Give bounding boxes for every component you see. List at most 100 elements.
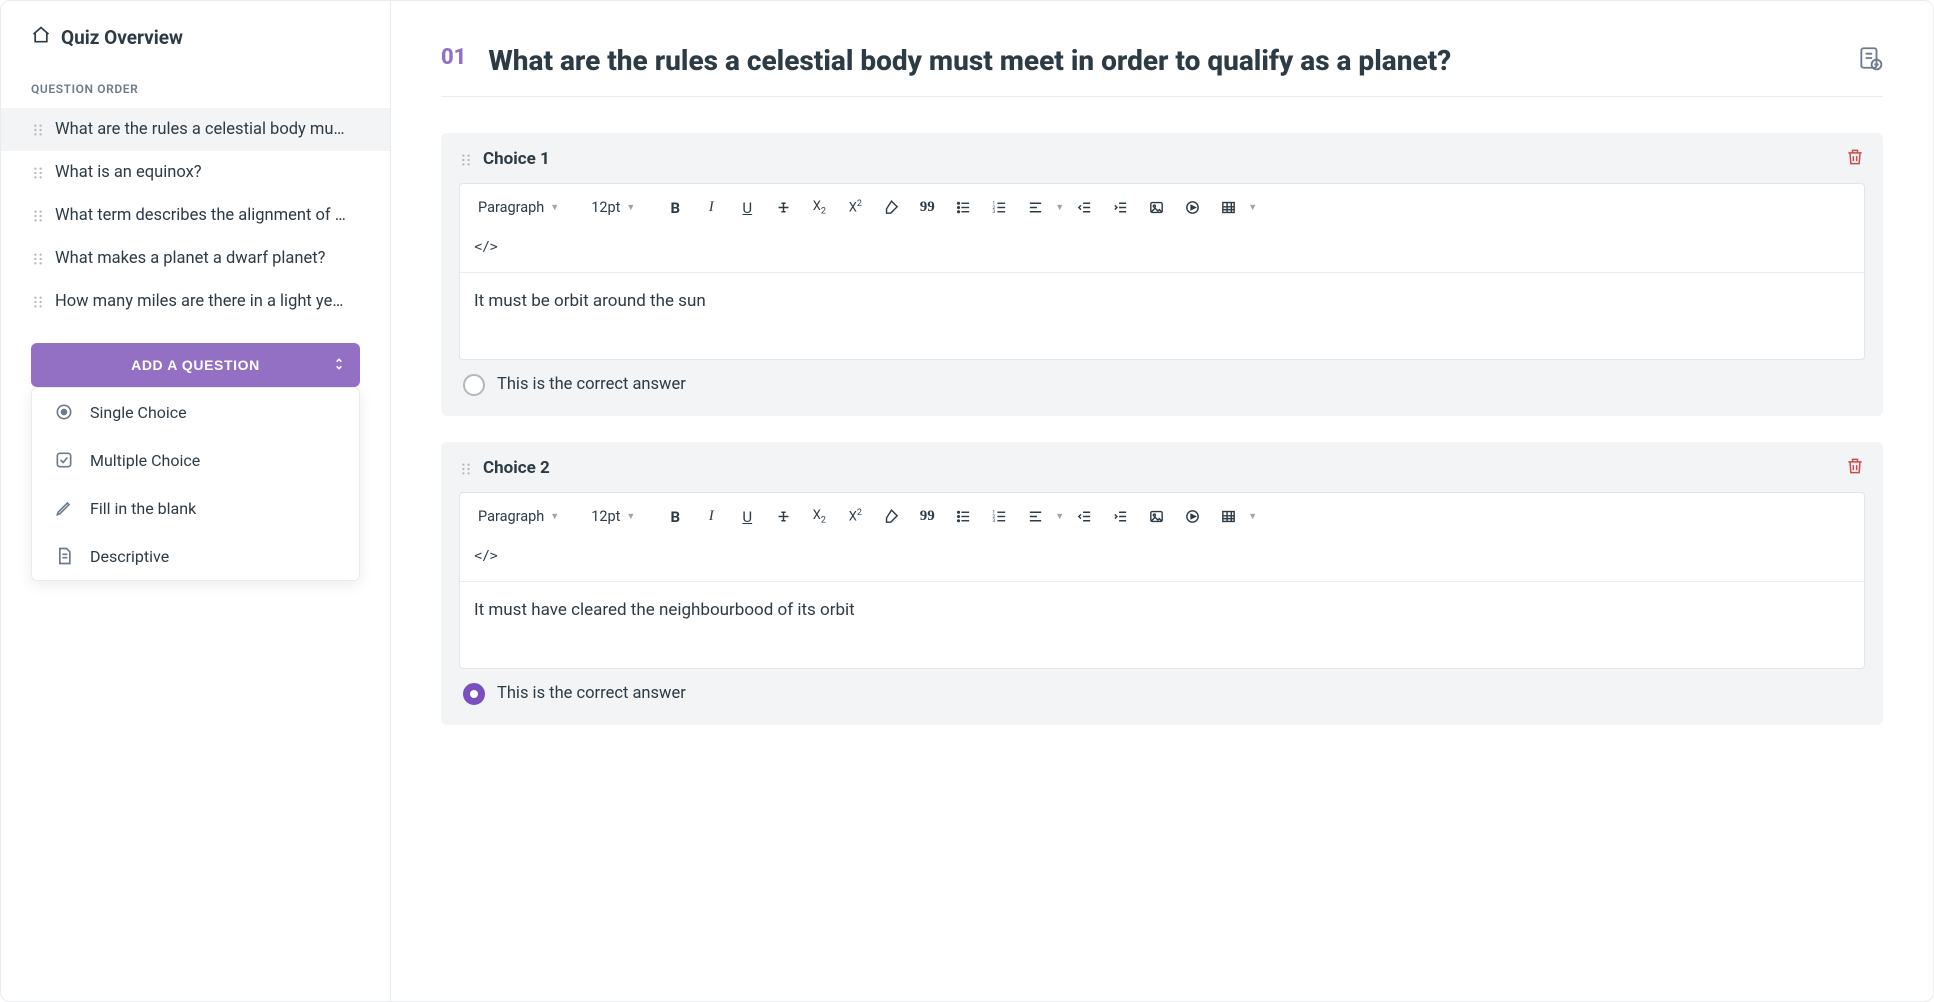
chevron-down-icon: ▼: [626, 511, 635, 522]
chevron-down-icon: ▼: [626, 202, 635, 213]
dropdown-item-label: Fill in the blank: [90, 499, 196, 518]
table-button[interactable]: [1212, 501, 1244, 533]
question-list: What are the rules a celestial body mu… …: [1, 108, 390, 323]
main-content: 01 What are the rules a celestial body m…: [391, 1, 1933, 1001]
rich-text-editor: Paragraph▼ 12pt▼ B I U X2 X2 99 123 ▼: [459, 492, 1865, 669]
question-order-heading: QUESTION ORDER: [1, 68, 390, 108]
table-button[interactable]: [1212, 192, 1244, 224]
bullet-list-button[interactable]: [947, 501, 979, 533]
pencil-icon: [54, 498, 74, 518]
question-number: 01: [441, 45, 466, 70]
outdent-button[interactable]: [1068, 192, 1100, 224]
dropdown-item-fill-blank[interactable]: Fill in the blank: [32, 484, 359, 532]
ordered-list-button[interactable]: 123: [983, 501, 1015, 533]
drag-handle-icon[interactable]: [31, 123, 45, 137]
align-button[interactable]: [1019, 192, 1051, 224]
divider: [441, 96, 1883, 97]
drag-handle-icon[interactable]: [31, 252, 45, 266]
chevron-down-icon: ▼: [1055, 202, 1064, 213]
choice-block: Choice 1 Paragraph▼ 12pt▼ B I U X2 X2: [441, 133, 1883, 416]
italic-button[interactable]: I: [695, 192, 727, 224]
dropdown-item-single-choice[interactable]: Single Choice: [32, 388, 359, 436]
ordered-list-button[interactable]: 123: [983, 192, 1015, 224]
clear-format-button[interactable]: [875, 501, 907, 533]
dropdown-item-descriptive[interactable]: Descriptive: [32, 532, 359, 580]
image-button[interactable]: [1140, 501, 1172, 533]
drag-handle-icon[interactable]: [31, 209, 45, 223]
html-view-button[interactable]: </>: [470, 232, 502, 264]
dropdown-item-multiple-choice[interactable]: Multiple Choice: [32, 436, 359, 484]
question-item[interactable]: What makes a planet a dwarf planet?: [1, 237, 390, 280]
home-icon: [31, 25, 51, 50]
question-item[interactable]: What are the rules a celestial body mu…: [1, 108, 390, 151]
correct-answer-label: This is the correct answer: [497, 684, 686, 703]
media-button[interactable]: [1176, 192, 1208, 224]
chevron-updown-icon: [334, 357, 344, 373]
chevron-down-icon: ▼: [1055, 511, 1064, 522]
question-type-dropdown: Single Choice Multiple Choice Fill in th…: [31, 387, 360, 581]
add-to-bank-button[interactable]: [1857, 45, 1883, 75]
indent-button[interactable]: [1104, 501, 1136, 533]
bullet-list-button[interactable]: [947, 192, 979, 224]
font-size-select[interactable]: 12pt▼: [583, 504, 643, 529]
question-item-label: What is an equinox?: [55, 163, 202, 182]
strikethrough-button[interactable]: [767, 501, 799, 533]
indent-button[interactable]: [1104, 192, 1136, 224]
html-view-button[interactable]: </>: [470, 541, 502, 573]
subscript-button[interactable]: X2: [803, 192, 835, 224]
quiz-overview-title: Quiz Overview: [61, 26, 183, 49]
question-item-label: How many miles are there in a light ye…: [55, 292, 343, 311]
drag-handle-icon[interactable]: [459, 461, 473, 475]
dropdown-item-label: Multiple Choice: [90, 451, 200, 470]
question-item-label: What term describes the alignment of …: [55, 206, 346, 225]
choice-label: Choice 2: [483, 458, 550, 478]
choice-text-input[interactable]: It must have cleared the neighbourbood o…: [460, 582, 1864, 668]
drag-handle-icon[interactable]: [459, 152, 473, 166]
question-item[interactable]: How many miles are there in a light ye…: [1, 280, 390, 323]
font-size-select[interactable]: 12pt▼: [583, 195, 643, 220]
choice-text-input[interactable]: It must be orbit around the sun: [460, 273, 1864, 359]
question-item[interactable]: What term describes the alignment of …: [1, 194, 390, 237]
question-title: What are the rules a celestial body must…: [488, 41, 1835, 82]
blockquote-button[interactable]: 99: [911, 501, 943, 533]
chevron-down-icon: ▼: [550, 511, 559, 522]
bold-button[interactable]: B: [659, 192, 691, 224]
drag-handle-icon[interactable]: [31, 295, 45, 309]
add-question-label: ADD A QUESTION: [131, 357, 260, 373]
bold-button[interactable]: B: [659, 501, 691, 533]
delete-choice-button[interactable]: [1845, 147, 1865, 171]
quiz-overview-header[interactable]: Quiz Overview: [1, 1, 390, 68]
clear-format-button[interactable]: [875, 192, 907, 224]
media-button[interactable]: [1176, 501, 1208, 533]
app-root: Quiz Overview QUESTION ORDER What are th…: [0, 0, 1934, 1002]
chevron-down-icon: ▼: [1248, 202, 1257, 213]
svg-text:3: 3: [992, 209, 995, 215]
drag-handle-icon[interactable]: [31, 166, 45, 180]
question-item-label: What makes a planet a dwarf planet?: [55, 249, 325, 268]
strikethrough-button[interactable]: [767, 192, 799, 224]
svg-text:3: 3: [992, 518, 995, 524]
question-header: 01 What are the rules a celestial body m…: [441, 41, 1883, 82]
block-type-select[interactable]: Paragraph▼: [470, 195, 567, 220]
chevron-down-icon: ▼: [550, 202, 559, 213]
block-type-select[interactable]: Paragraph▼: [470, 504, 567, 529]
question-item-label: What are the rules a celestial body mu…: [55, 120, 345, 139]
add-question-button[interactable]: ADD A QUESTION: [31, 343, 360, 387]
underline-button[interactable]: U: [731, 192, 763, 224]
question-item[interactable]: What is an equinox?: [1, 151, 390, 194]
blockquote-button[interactable]: 99: [911, 192, 943, 224]
subscript-button[interactable]: X2: [803, 501, 835, 533]
delete-choice-button[interactable]: [1845, 456, 1865, 480]
correct-answer-toggle[interactable]: This is the correct answer: [459, 669, 1865, 707]
outdent-button[interactable]: [1068, 501, 1100, 533]
editor-toolbar: Paragraph▼ 12pt▼ B I U X2 X2 99 123 ▼: [460, 184, 1864, 273]
underline-button[interactable]: U: [731, 501, 763, 533]
italic-button[interactable]: I: [695, 501, 727, 533]
superscript-button[interactable]: X2: [839, 192, 871, 224]
document-icon: [54, 546, 74, 566]
superscript-button[interactable]: X2: [839, 501, 871, 533]
correct-answer-toggle[interactable]: This is the correct answer: [459, 360, 1865, 398]
align-button[interactable]: [1019, 501, 1051, 533]
radio-icon: [463, 374, 485, 396]
image-button[interactable]: [1140, 192, 1172, 224]
